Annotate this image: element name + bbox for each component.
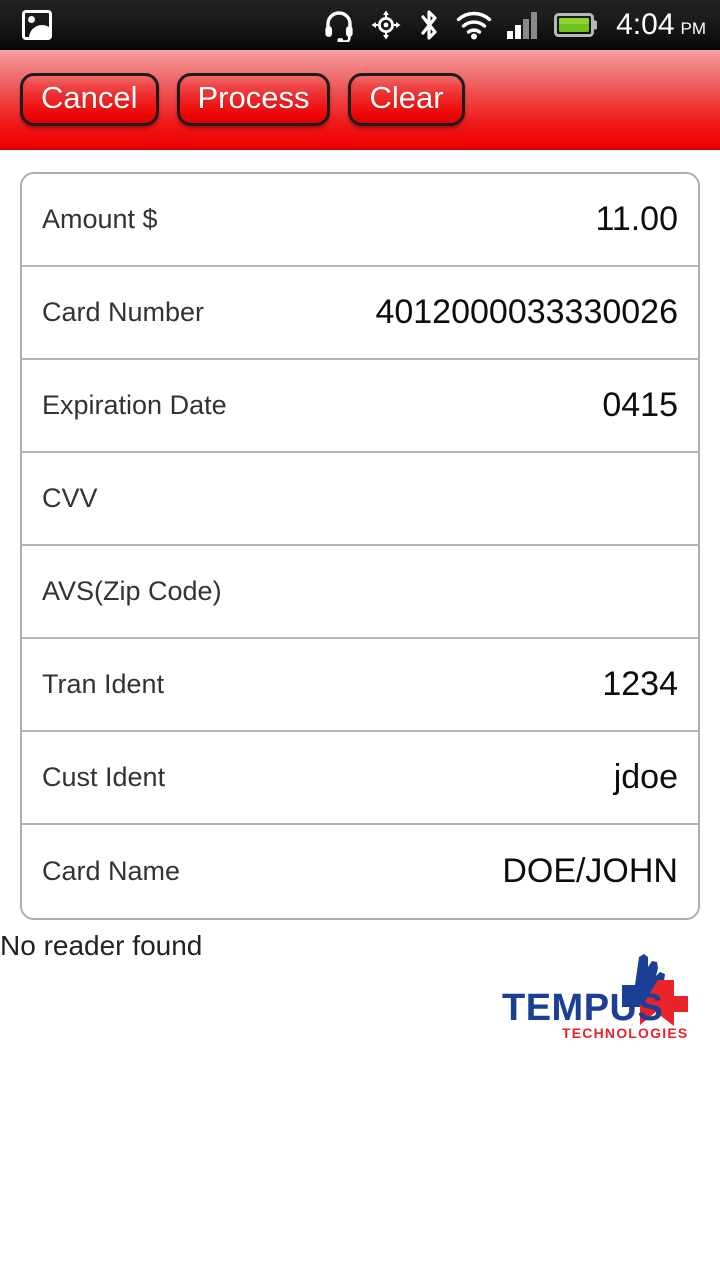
content-area: Amount $ 11.00 Card Number 4012000033330… <box>0 150 720 920</box>
field-value-card-name[interactable]: DOE/JOHN <box>502 852 678 891</box>
field-label-expiration-date: Expiration Date <box>42 390 227 420</box>
field-label-avs-zip: AVS(Zip Code) <box>42 576 222 606</box>
brand-logo-area: TEMPUS TECHNOLOGIES <box>0 948 720 1058</box>
field-row-cust-ident[interactable]: Cust Ident jdoe <box>22 732 698 825</box>
field-value-cust-ident[interactable]: jdoe <box>614 758 678 797</box>
field-row-cvv[interactable]: CVV <box>22 453 698 546</box>
process-button[interactable]: Process <box>176 72 331 127</box>
tempus-technologies-logo: TEMPUS TECHNOLOGIES <box>502 954 688 1041</box>
signal-icon <box>506 10 540 40</box>
field-value-amount[interactable]: 11.00 <box>595 200 678 239</box>
field-row-card-number[interactable]: Card Number 4012000033330026 <box>22 267 698 360</box>
gps-icon <box>370 9 402 41</box>
cancel-button[interactable]: Cancel <box>20 72 159 127</box>
bluetooth-icon <box>416 8 442 42</box>
action-toolbar: Cancel Process Clear <box>0 50 720 150</box>
field-value-card-number[interactable]: 4012000033330026 <box>375 293 678 332</box>
field-label-amount: Amount $ <box>42 204 158 234</box>
headset-icon <box>322 8 356 42</box>
field-value-tran-ident[interactable]: 1234 <box>602 665 678 704</box>
logo-tagline: TECHNOLOGIES <box>562 1025 688 1041</box>
status-bar-clock: 4:04 PM <box>616 8 706 42</box>
field-row-tran-ident[interactable]: Tran Ident 1234 <box>22 639 698 732</box>
field-label-card-number: Card Number <box>42 297 205 327</box>
field-row-avs-zip[interactable]: AVS(Zip Code) <box>22 546 698 639</box>
field-row-expiration-date[interactable]: Expiration Date 0415 <box>22 360 698 453</box>
payment-form-card: Amount $ 11.00 Card Number 4012000033330… <box>20 172 700 920</box>
field-row-card-name[interactable]: Card Name DOE/JOHN <box>22 825 698 918</box>
field-label-tran-ident: Tran Ident <box>42 669 165 699</box>
wifi-icon <box>456 10 492 40</box>
clear-button[interactable]: Clear <box>348 72 465 127</box>
status-bar-right: 4:04 PM <box>322 8 706 42</box>
photo-icon <box>22 10 52 40</box>
field-label-cvv: CVV <box>42 483 98 513</box>
field-label-card-name: Card Name <box>42 856 181 886</box>
status-bar: 4:04 PM <box>0 0 720 50</box>
clock-time: 4:04 <box>616 8 675 41</box>
field-value-expiration-date[interactable]: 0415 <box>602 386 678 425</box>
logo-wordmark: TEMPUS <box>502 987 663 1029</box>
field-row-amount[interactable]: Amount $ 11.00 <box>22 174 698 267</box>
battery-icon <box>554 12 598 38</box>
field-label-cust-ident: Cust Ident <box>42 762 166 792</box>
status-bar-left <box>22 10 52 40</box>
clock-meridiem: PM <box>680 19 707 38</box>
